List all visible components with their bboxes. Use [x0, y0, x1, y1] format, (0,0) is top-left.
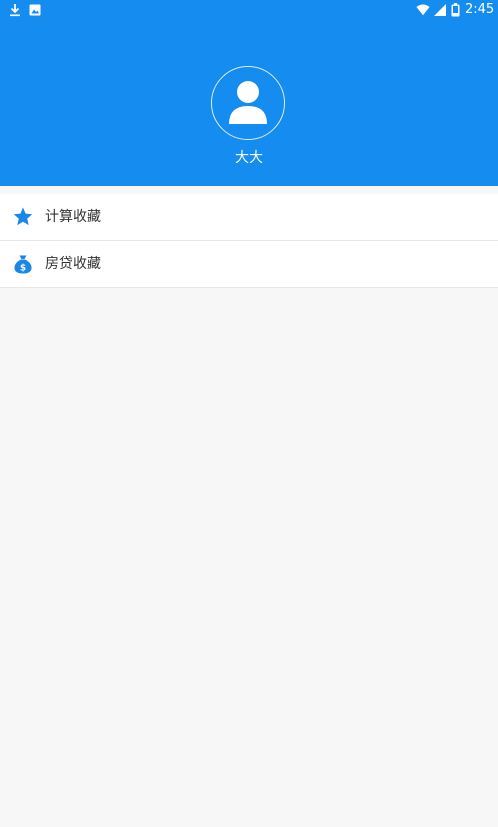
- menu-item-label: 房贷收藏: [45, 256, 101, 272]
- user-avatar-icon: [229, 81, 267, 124]
- avatar[interactable]: [211, 66, 285, 140]
- gallery-icon: [29, 4, 41, 16]
- money-bag-icon: $: [14, 255, 32, 274]
- status-bar: 2:45: [0, 0, 498, 22]
- menu-item-calc-favorites[interactable]: 计算收藏: [0, 194, 498, 241]
- profile-header: 2:45 大大: [0, 0, 498, 186]
- svg-text:$: $: [20, 264, 26, 274]
- status-time: 2:45: [465, 2, 495, 17]
- download-icon: [10, 4, 20, 17]
- menu-item-label: 计算收藏: [45, 209, 101, 225]
- menu-item-mortgage-favorites[interactable]: $ 房贷收藏: [0, 241, 498, 288]
- username: 大大: [235, 150, 263, 166]
- wifi-icon: [416, 4, 430, 16]
- signal-icon: [434, 4, 446, 16]
- star-icon: [13, 207, 33, 226]
- favorites-menu: 计算收藏 $ 房贷收藏: [0, 194, 498, 288]
- battery-icon: [451, 3, 460, 17]
